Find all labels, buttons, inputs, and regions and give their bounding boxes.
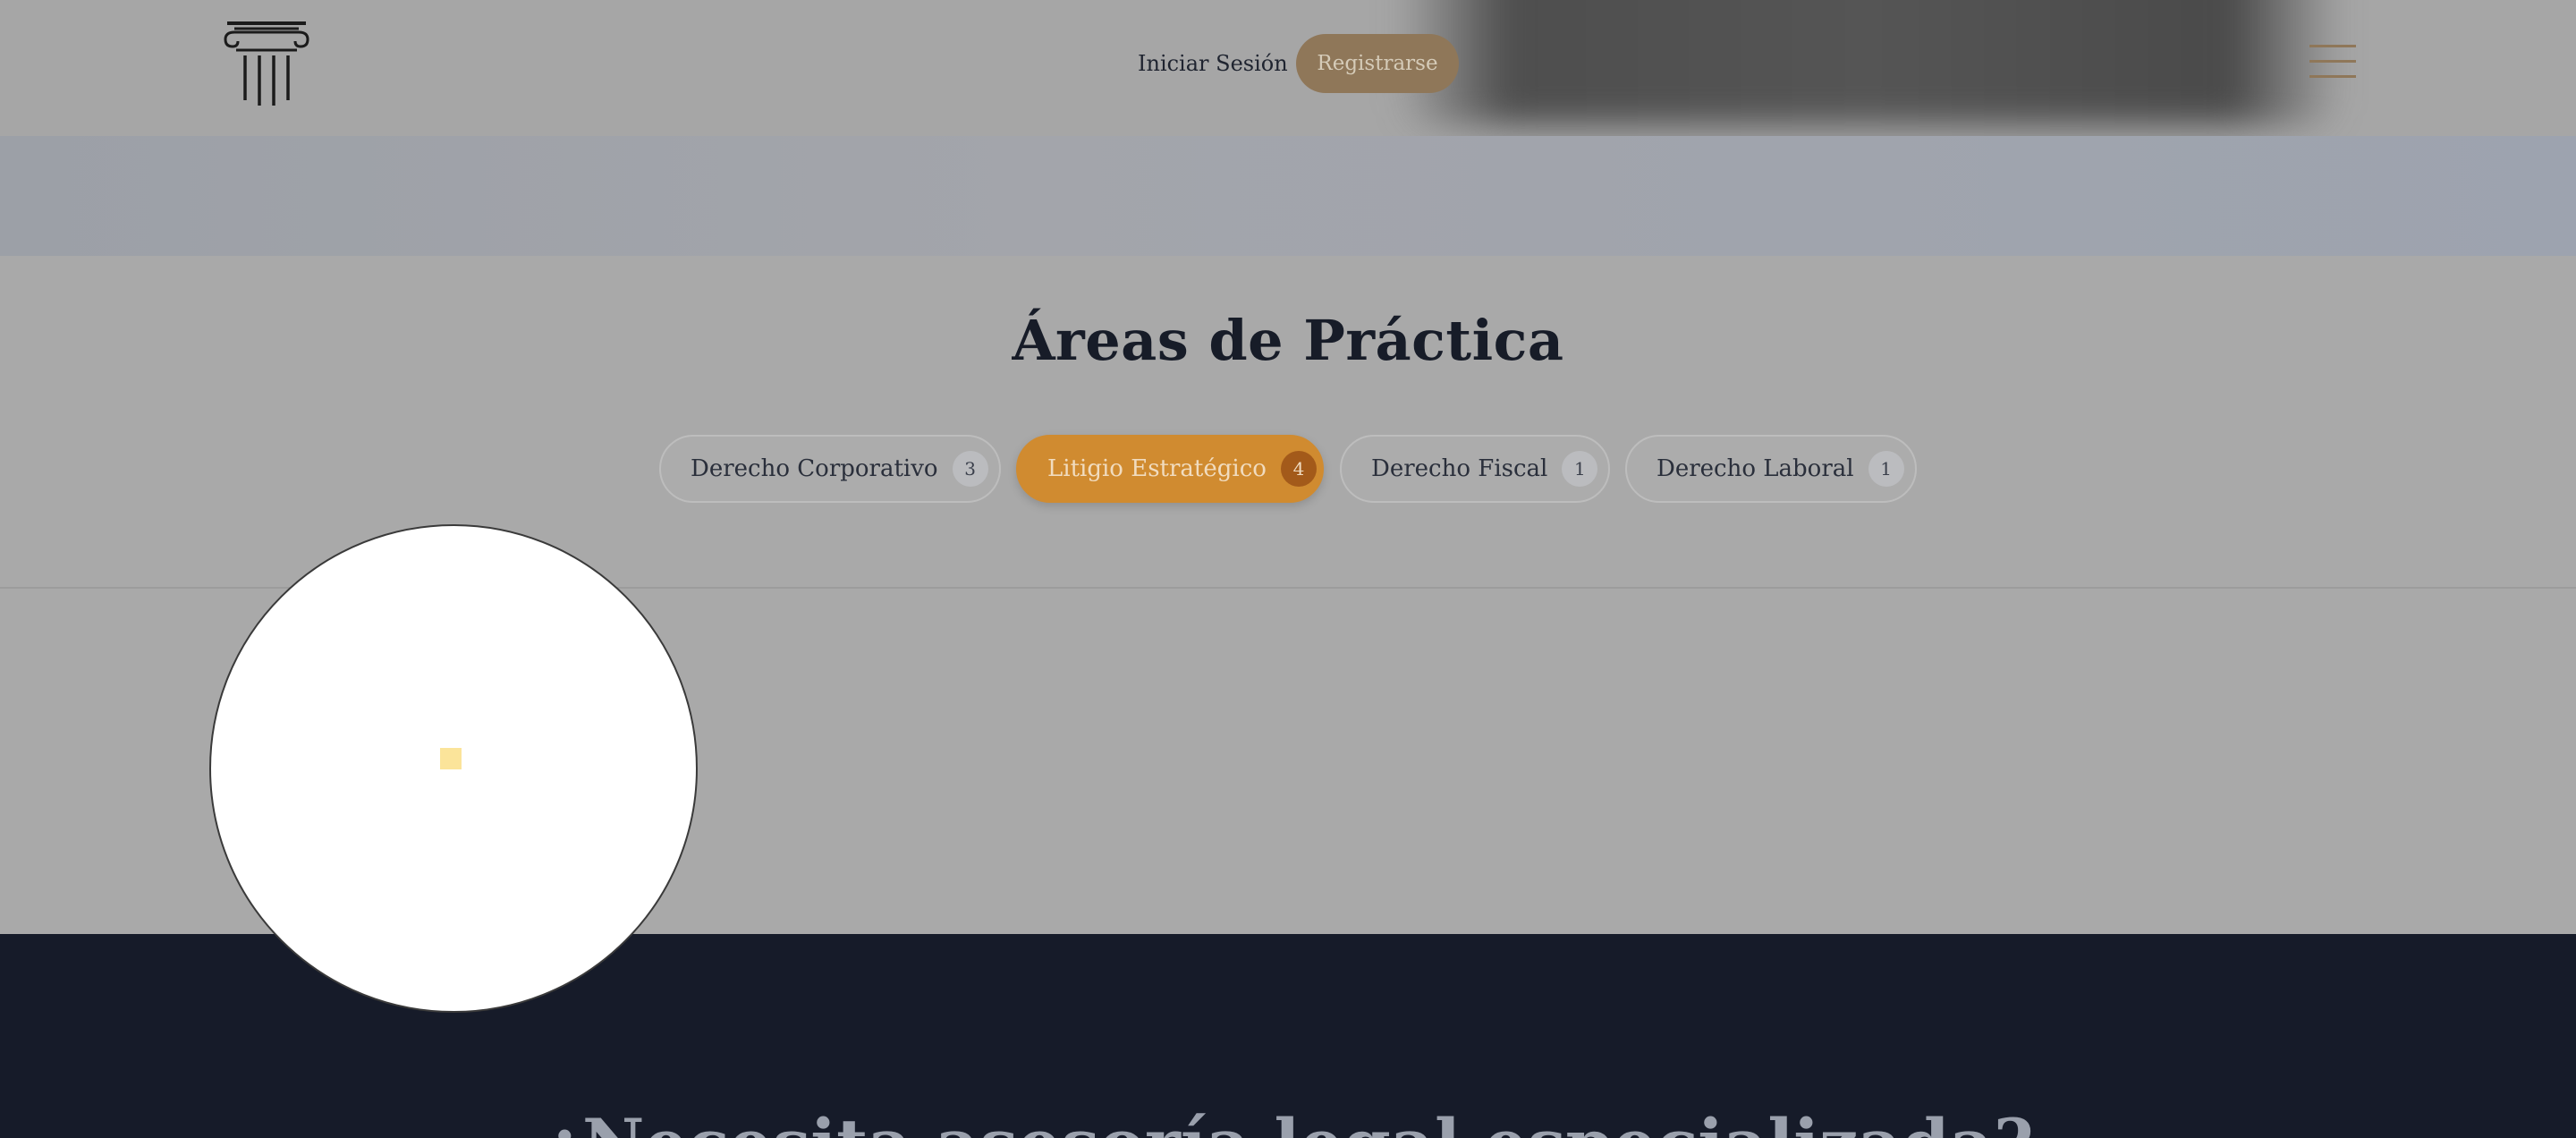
tab-count-badge: 1 (1868, 451, 1904, 487)
site-header: Iniciar Sesión Registrarse (0, 0, 2576, 136)
tab-derecho-laboral[interactable]: Derecho Laboral 1 (1625, 435, 1917, 503)
login-link[interactable]: Iniciar Sesión (1138, 48, 1288, 79)
tab-derecho-corporativo[interactable]: Derecho Corporativo 3 (659, 435, 1001, 503)
header-background-image (1395, 0, 2343, 125)
register-button[interactable]: Registrarse (1296, 34, 1459, 93)
circular-overlay (209, 524, 698, 1013)
tab-label: Litigio Estratégico (1047, 455, 1267, 482)
hero-band (0, 136, 2576, 256)
tab-label: Derecho Fiscal (1371, 455, 1548, 482)
tab-litigio-estrategico[interactable]: Litigio Estratégico 4 (1016, 435, 1324, 503)
tab-count-badge: 4 (1280, 451, 1317, 487)
tab-count-badge: 1 (1562, 451, 1598, 487)
tab-label: Derecho Laboral (1657, 455, 1854, 482)
cta-title: ¿Necesita asesoría legal especializada? (0, 1104, 2576, 1138)
greek-column-icon[interactable] (220, 20, 313, 107)
cursor-dot (440, 748, 462, 769)
hamburger-menu-icon[interactable] (2309, 43, 2356, 81)
tab-label: Derecho Corporativo (691, 455, 938, 482)
section-title: Áreas de Práctica (1012, 308, 1564, 373)
practice-area-tabs: Derecho Corporativo 3 Litigio Estratégic… (0, 435, 2576, 503)
menu-line (2309, 75, 2356, 78)
tab-derecho-fiscal[interactable]: Derecho Fiscal 1 (1340, 435, 1610, 503)
menu-line (2309, 60, 2356, 63)
menu-line (2309, 45, 2356, 47)
tab-count-badge: 3 (952, 451, 988, 487)
